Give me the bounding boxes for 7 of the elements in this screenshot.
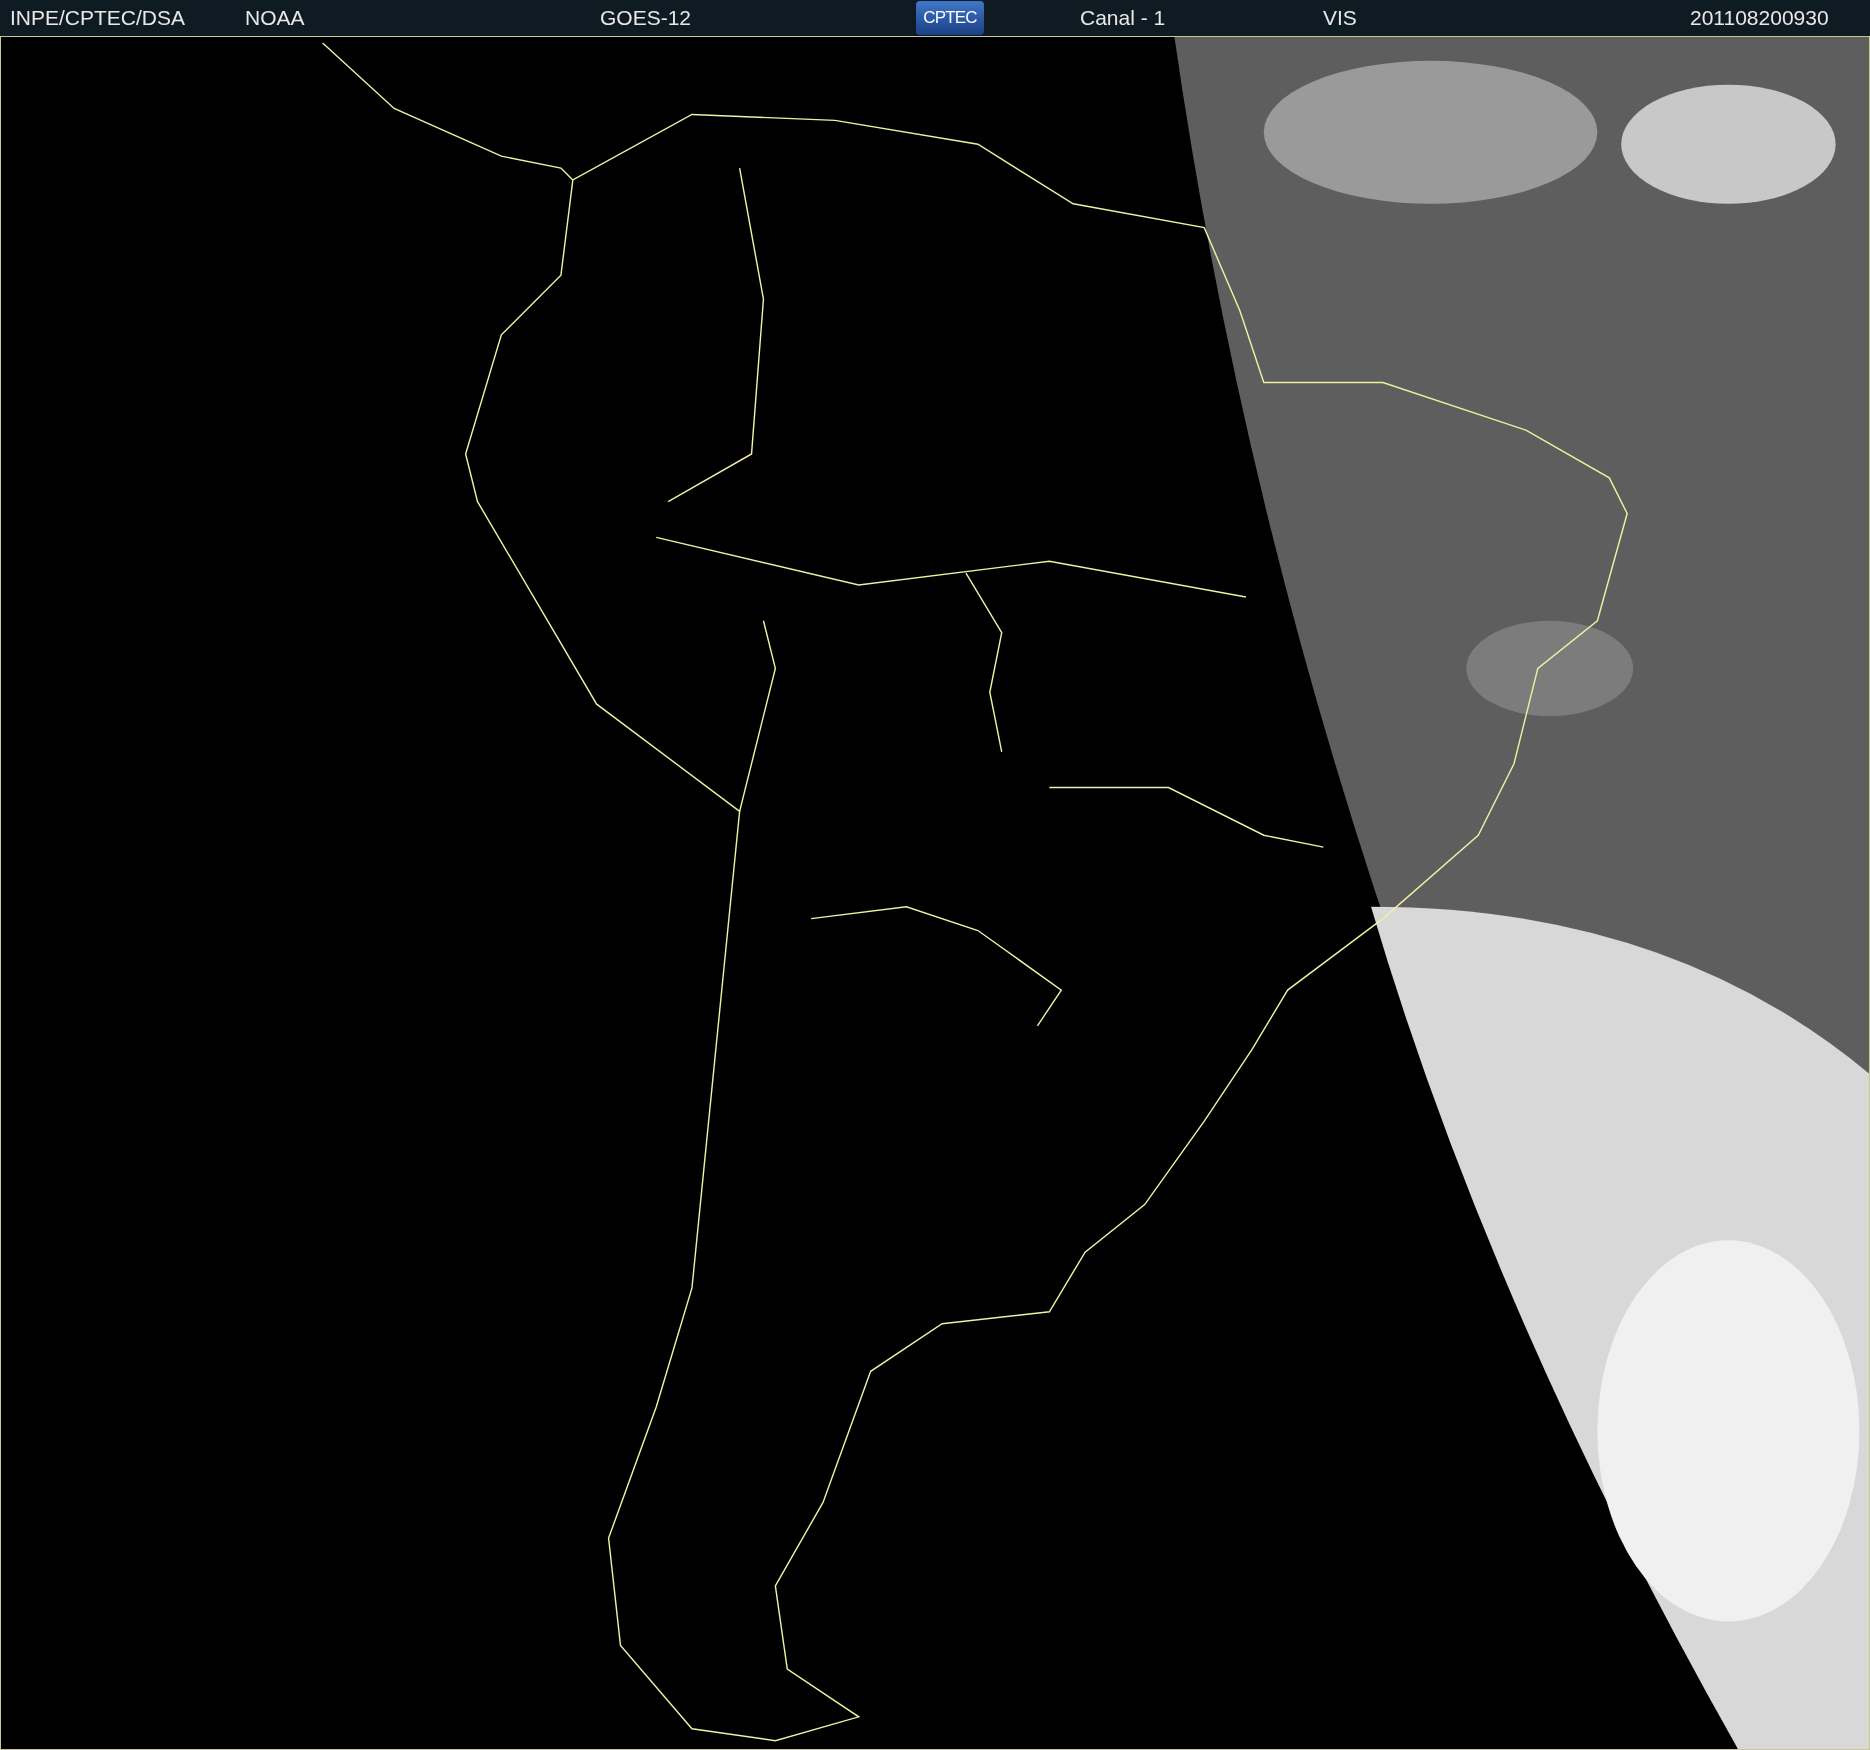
agency-label: NOAA (245, 5, 306, 32)
band-label: VIS (1323, 5, 1358, 32)
satellite-label: GOES-12 (600, 5, 693, 32)
channel-label: Canal - 1 (1080, 5, 1167, 32)
logo: CPTEC (916, 1, 984, 35)
timestamp-label: 201108200930 (1690, 5, 1829, 32)
source-label: INPE/CPTEC/DSA (10, 5, 187, 32)
